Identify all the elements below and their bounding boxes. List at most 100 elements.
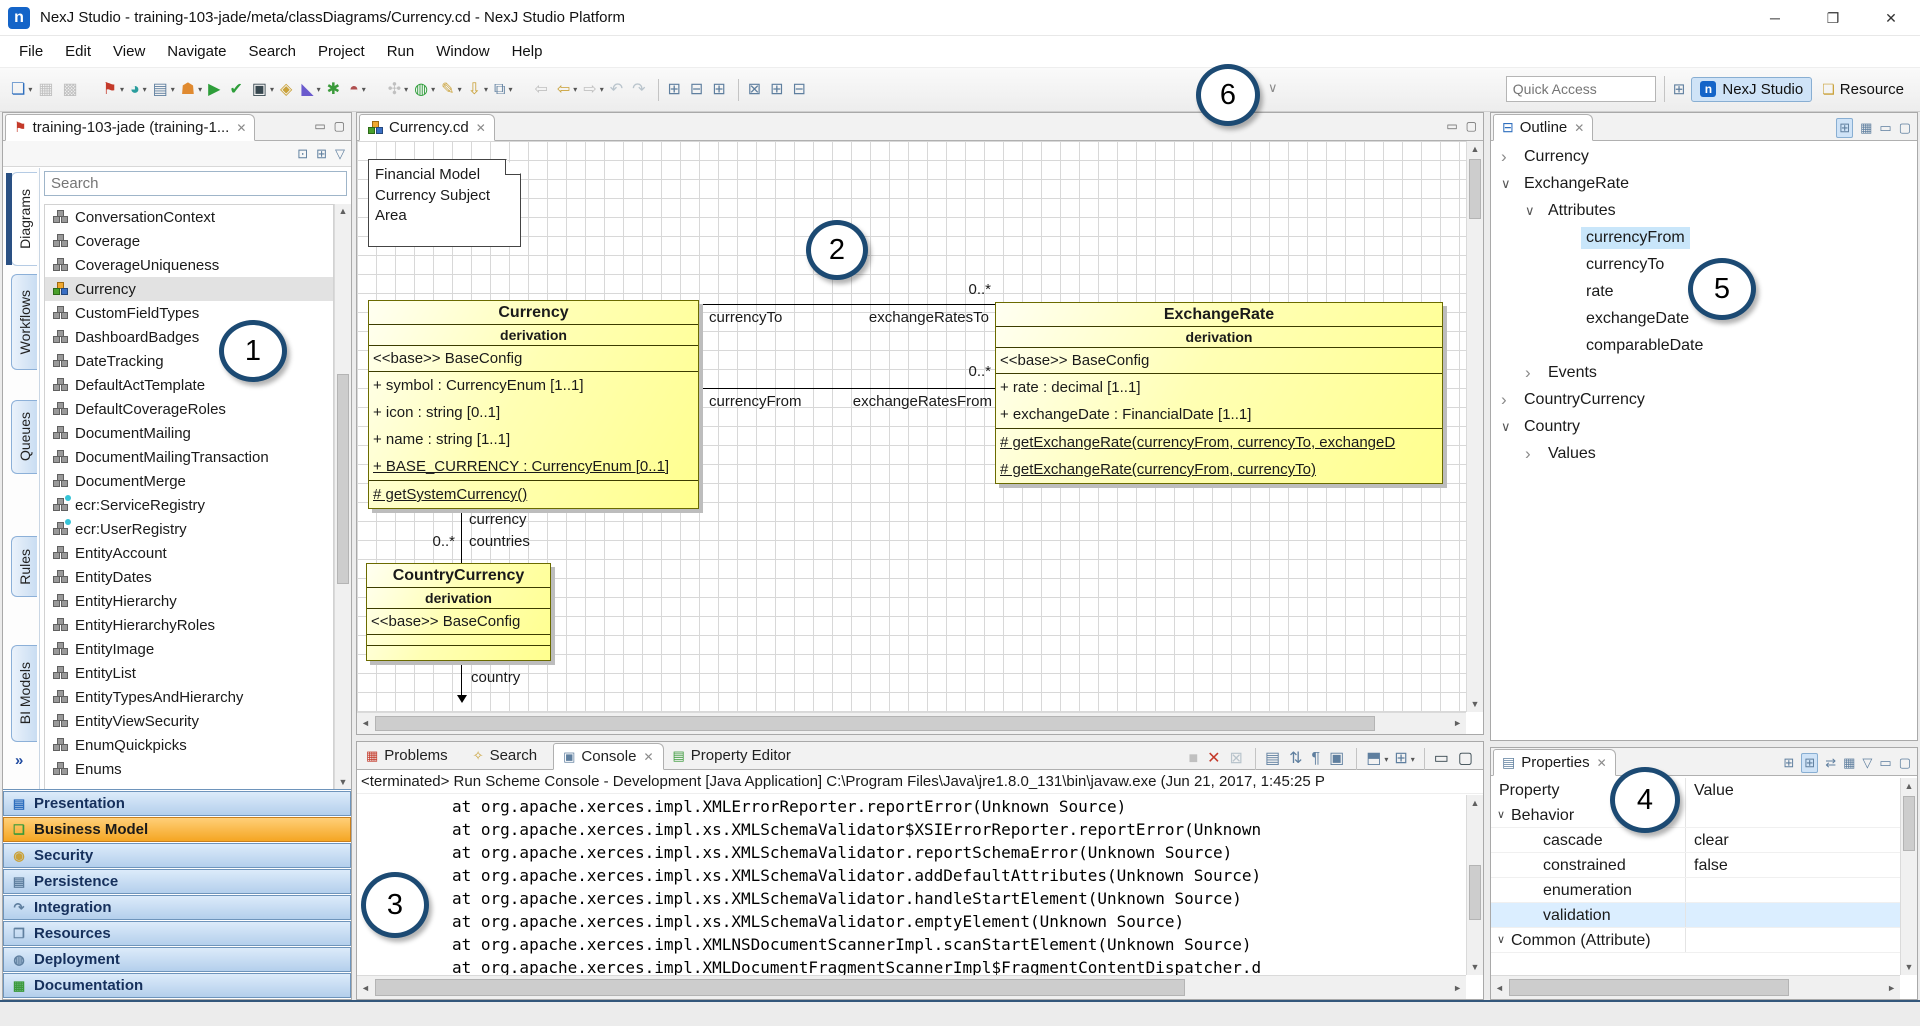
open-perspective-icon[interactable]: ⊞: [1673, 80, 1686, 98]
tree-item[interactable]: EntityHierarchyRoles: [45, 613, 333, 637]
property-value[interactable]: clear: [1686, 828, 1900, 852]
maximize-icon[interactable]: ▢: [1899, 120, 1911, 136]
class-exchange-rate[interactable]: ExchangeRate derivation <<base>> BaseCon…: [995, 302, 1443, 484]
outline-item[interactable]: ∨ Country: [1491, 413, 1917, 440]
maximize-icon[interactable]: ▢: [1456, 746, 1478, 772]
maximize-icon[interactable]: ▢: [334, 119, 345, 133]
import-icon[interactable]: ⇩ ▾: [466, 77, 490, 103]
undo-icon[interactable]: ↶: [608, 77, 628, 103]
toolbar-item[interactable]: [370, 77, 384, 103]
tree-item[interactable]: DefaultCoverageRoles: [45, 397, 333, 421]
properties-horizontal-scrollbar[interactable]: ◄ ►: [1491, 975, 1900, 999]
console-output[interactable]: at org.apache.xerces.impl.XMLErrorReport…: [357, 795, 1466, 975]
dropdown-arrow-icon[interactable]: ▾: [404, 85, 408, 94]
editor-vertical-scrollbar[interactable]: ▲ ▼: [1466, 141, 1483, 712]
tree-item[interactable]: ecr:UserRegistry: [45, 517, 333, 541]
diagram-note[interactable]: Financial Model Currency Subject Area: [368, 159, 521, 247]
word-wrap-icon[interactable]: ¶: [1309, 746, 1325, 772]
more-tabs-chevron[interactable]: »: [15, 752, 39, 769]
scheme-icon[interactable]: ✱: [325, 77, 345, 103]
scrollbar-thumb[interactable]: [1903, 796, 1915, 851]
tool-moth-icon[interactable]: ✣ ▾: [386, 77, 410, 103]
property-value[interactable]: [1686, 903, 1900, 927]
expand-arrow-icon[interactable]: ∨: [1501, 419, 1519, 435]
align-center-icon[interactable]: ⊞: [768, 77, 788, 103]
new-property-icon[interactable]: ⊞: [1783, 755, 1794, 771]
open-console-icon[interactable]: ⊞ ▾: [1392, 746, 1416, 772]
property-value[interactable]: [1686, 928, 1900, 952]
toolbar-item[interactable]: [658, 79, 659, 101]
properties-tab[interactable]: ▤ Properties ✕: [1493, 749, 1616, 776]
scrollbar-thumb[interactable]: [1469, 159, 1481, 219]
minimal-console-icon[interactable]: ◣ ▾: [299, 77, 322, 103]
section-bar[interactable]: ❐ Resources: [3, 921, 351, 946]
association-currencyFrom[interactable]: [699, 388, 995, 389]
section-bar[interactable]: ▤ Persistence: [3, 869, 351, 894]
user-icon[interactable]: ☗ ▾: [179, 77, 204, 103]
toolbar-item[interactable]: [85, 77, 99, 103]
maximize-icon[interactable]: ▢: [1899, 755, 1911, 771]
editor-horizontal-scrollbar[interactable]: ◄ ►: [357, 712, 1466, 734]
close-icon[interactable]: ✕: [643, 750, 653, 764]
tree-item[interactable]: DocumentMailingTransaction: [45, 445, 333, 469]
tree-item[interactable]: EnumQuickpicks: [45, 733, 333, 757]
scroll-down-icon[interactable]: ▼: [1467, 699, 1483, 709]
class-attribute[interactable]: + icon : string [0..1]: [369, 399, 698, 426]
remove-all-launches-icon[interactable]: ⊠: [1228, 746, 1248, 772]
save-all-icon[interactable]: ▩: [60, 77, 82, 103]
validate-icon[interactable]: ✔: [227, 77, 247, 103]
category-tab[interactable]: Rules: [11, 536, 37, 597]
section-bar[interactable]: ❏ Business Model: [3, 817, 351, 842]
scroll-up-icon[interactable]: ▲: [1901, 781, 1917, 791]
class-operation[interactable]: # getExchangeRate(currencyFrom, currency…: [996, 456, 1442, 483]
terminate-icon[interactable]: ■: [1186, 746, 1203, 772]
console-area-tab[interactable]: ▣ Console ✕: [553, 743, 663, 770]
tree-item[interactable]: DateTracking: [45, 349, 333, 373]
section-bar[interactable]: ◉ Security: [3, 843, 351, 868]
minimize-icon[interactable]: ▭: [1879, 120, 1891, 136]
scroll-left-icon[interactable]: ◄: [361, 718, 370, 728]
close-icon[interactable]: ✕: [1574, 121, 1584, 135]
tree-item[interactable]: CustomFieldTypes: [45, 301, 333, 325]
property-row[interactable]: ∨ Common (Attribute): [1491, 928, 1900, 953]
expand-arrow-icon[interactable]: ›: [1525, 368, 1543, 378]
tree-item[interactable]: Currency: [45, 277, 333, 301]
menu-item[interactable]: Project: [307, 39, 376, 64]
tree-item[interactable]: EntityAccount: [45, 541, 333, 565]
class-attribute[interactable]: + exchangeDate : FinancialDate [1..1]: [996, 401, 1442, 428]
console-area-tab[interactable]: ▦ Problems: [357, 742, 464, 769]
expand-arrow-icon[interactable]: ›: [1501, 152, 1519, 162]
dropdown-arrow-icon[interactable]: ▾: [171, 85, 175, 94]
expand-arrow-icon[interactable]: ›: [1525, 449, 1543, 459]
layout-tree-icon[interactable]: ⊞: [710, 77, 730, 103]
menu-item[interactable]: Run: [376, 39, 426, 64]
tree-item[interactable]: DocumentMerge: [45, 469, 333, 493]
quick-access-input[interactable]: [1506, 76, 1656, 102]
association-currencyTo[interactable]: [699, 304, 995, 305]
class-operation[interactable]: # getSystemCurrency(): [369, 481, 698, 508]
close-icon[interactable]: ✕: [236, 121, 246, 135]
section-bar[interactable]: ▦ Documentation: [3, 973, 351, 998]
table-mode-icon[interactable]: ▦: [1860, 120, 1872, 136]
dropdown-arrow-icon[interactable]: ▾: [431, 85, 435, 94]
view-menu-icon[interactable]: ▽: [1862, 755, 1872, 771]
class-attribute[interactable]: + rate : decimal [1..1]: [996, 374, 1442, 401]
align-right-icon[interactable]: ⊟: [791, 77, 811, 103]
dropdown-arrow-icon[interactable]: ▾: [270, 85, 274, 94]
association-country[interactable]: [461, 661, 462, 697]
save-icon[interactable]: ▦: [36, 77, 58, 103]
deploy-icon[interactable]: ◓ ▾: [347, 77, 368, 103]
link-with-editor-icon[interactable]: ⊞: [316, 146, 327, 162]
scroll-left-icon[interactable]: ◄: [1495, 983, 1504, 993]
minimize-icon[interactable]: ▭: [314, 119, 325, 133]
scroll-down-icon[interactable]: ▼: [1467, 962, 1483, 972]
new-wizard-icon[interactable]: ❏ ▾: [9, 77, 34, 103]
section-bar[interactable]: ▤ Presentation: [3, 791, 351, 816]
annotate-icon[interactable]: ✎ ▾: [439, 77, 463, 103]
scrollbar-thumb[interactable]: [1469, 865, 1481, 920]
console-tool[interactable]: [1424, 748, 1425, 770]
category-tab[interactable]: Diagrams: [11, 172, 37, 266]
compare-icon[interactable]: ⧉ ▾: [492, 77, 514, 103]
window-minimize-button[interactable]: ─: [1746, 0, 1804, 36]
scroll-right-icon[interactable]: ►: [1453, 718, 1462, 728]
